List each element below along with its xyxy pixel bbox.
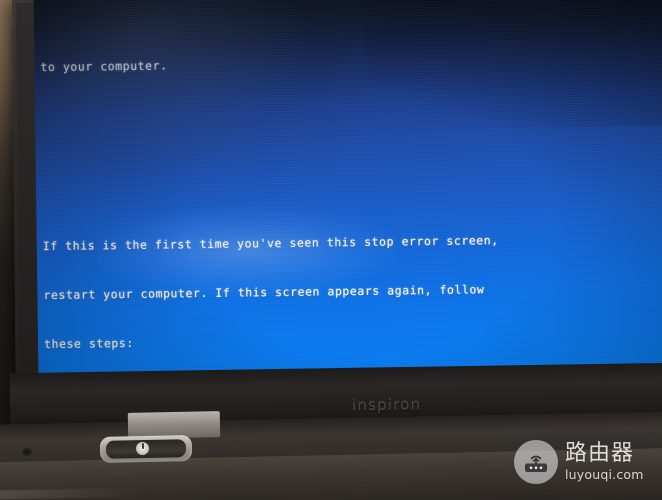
bsod-spacer — [41, 132, 662, 157]
laptop-screen: to your computer. If this is the first t… — [33, 0, 662, 377]
router-icon — [514, 440, 558, 484]
watermark-title: 路由器 — [565, 440, 635, 466]
watermark-text: 路由器 luyouqi.com — [565, 440, 644, 482]
bsod-line: to your computer. — [40, 58, 168, 75]
bsod-line: these steps: — [44, 336, 134, 352]
watermark-url: luyouqi.com — [565, 466, 644, 482]
bsod-line: restart your computer. If this screen ap… — [43, 282, 485, 303]
bsod-line: If this is the first time you've seen th… — [42, 233, 499, 254]
bsod-paragraph-1: If this is the first time you've seen th… — [42, 197, 662, 376]
watermark: 路由器 luyouqi.com — [514, 440, 644, 484]
bsod-message: to your computer. If this is the first t… — [40, 0, 662, 376]
brand-logo-inspiron: inspiron — [351, 395, 422, 415]
bsod-paragraph-0: to your computer. — [40, 18, 662, 109]
photo-of-laptop-bsod: to your computer. If this is the first t… — [0, 0, 662, 500]
